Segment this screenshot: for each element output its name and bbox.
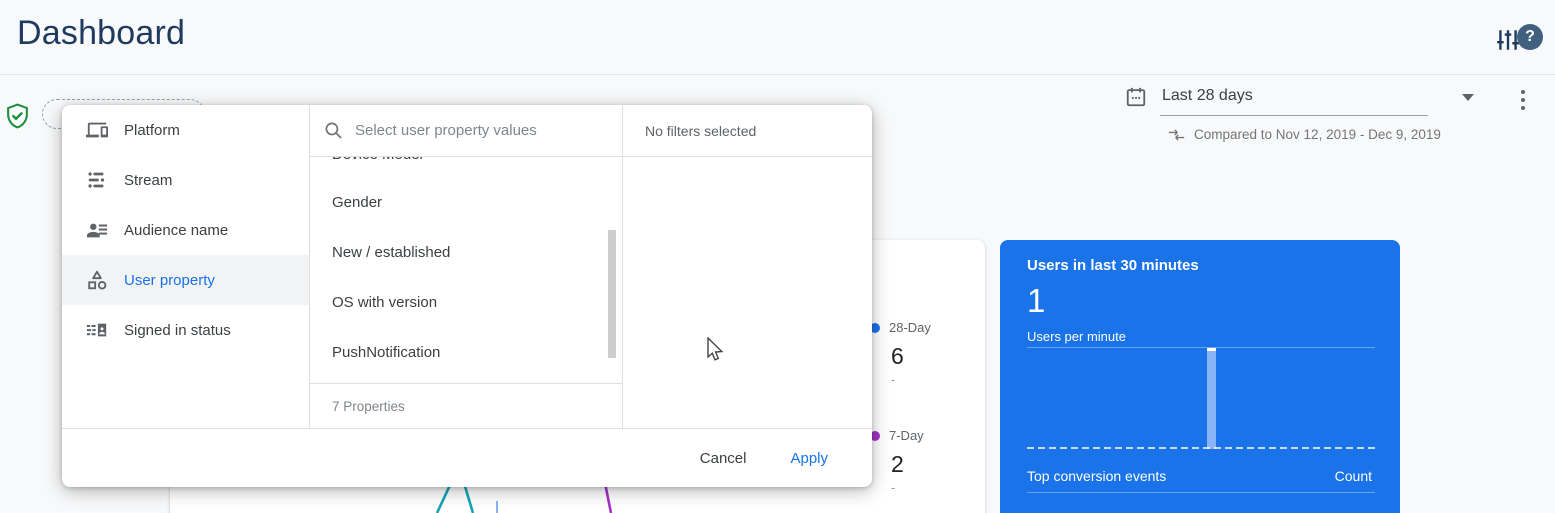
search-icon <box>325 122 342 139</box>
cancel-button[interactable]: Cancel <box>700 450 747 467</box>
page-title: Dashboard <box>17 14 186 52</box>
users-per-minute-bar <box>1206 348 1216 449</box>
scrollbar-thumb[interactable] <box>608 230 616 358</box>
property-values-panel: Device Model Gender New / established OS… <box>310 105 622 428</box>
count-header: Count <box>1334 468 1372 484</box>
category-label: Stream <box>124 171 173 189</box>
chart-baseline <box>1027 447 1375 449</box>
category-signed-in-status[interactable]: Signed in status <box>62 305 309 355</box>
realtime-card-title: Users in last 30 minutes <box>1027 257 1199 274</box>
table-header-rule <box>1027 492 1375 493</box>
comparison-label: Compared to Nov 12, 2019 - Dec 9, 2019 <box>1194 127 1441 142</box>
property-values-list: Device Model Gender New / established OS… <box>310 157 622 383</box>
category-user-property[interactable]: User property <box>62 255 309 305</box>
properties-count-label: 7 Properties <box>310 383 622 428</box>
search-input[interactable] <box>355 122 605 139</box>
chevron-down-icon[interactable] <box>1462 94 1474 101</box>
category-audience-name[interactable]: Audience name <box>62 205 309 255</box>
stream-icon <box>88 172 105 188</box>
date-range-selector[interactable]: Last 28 days <box>1162 87 1253 105</box>
filter-category-list: Platform Stream Audience name User prope… <box>62 105 310 428</box>
no-filters-label: No filters selected <box>623 105 872 157</box>
compare-arrows-icon <box>1168 128 1185 141</box>
comparison-filter-dialog: Platform Stream Audience name User prope… <box>62 105 872 487</box>
legend-label: 28-Day <box>889 320 931 335</box>
property-option[interactable]: PushNotification <box>310 327 622 377</box>
question-mark-icon: ? <box>1525 28 1535 45</box>
category-label: Platform <box>124 121 180 139</box>
property-option[interactable]: OS with version <box>310 277 622 327</box>
users-per-minute-label: Users per minute <box>1027 329 1126 344</box>
legend-label: 7-Day <box>889 428 924 443</box>
legend-value: 2 <box>891 451 904 477</box>
trend-line-fragments <box>435 483 613 513</box>
dialog-footer: Cancel Apply <box>62 428 872 487</box>
legend-delta: - <box>891 372 896 387</box>
realtime-user-count: 1 <box>1027 282 1046 319</box>
category-label: User property <box>124 271 215 289</box>
more-options-button[interactable] <box>1514 86 1532 114</box>
comparison-row: Compared to Nov 12, 2019 - Dec 9, 2019 <box>1168 127 1441 142</box>
selected-filters-panel: No filters selected <box>622 105 872 428</box>
top-conversion-events-header: Top conversion events <box>1027 468 1167 484</box>
realtime-users-card[interactable]: Users in last 30 minutes 1 Users per min… <box>1000 240 1400 513</box>
calendar-icon[interactable] <box>1125 86 1147 108</box>
search-row <box>310 105 622 157</box>
property-option-clipped[interactable]: Device Model <box>310 157 622 177</box>
date-picker-area: Last 28 days Compared to Nov 12, 2019 - … <box>1110 80 1540 150</box>
audience-icon <box>86 223 108 238</box>
users-per-minute-chart <box>1027 348 1375 449</box>
date-range-underline <box>1160 115 1428 116</box>
property-option[interactable]: Gender <box>310 177 622 227</box>
category-platform[interactable]: Platform <box>62 105 309 155</box>
app-header: Dashboard ? <box>0 0 1555 75</box>
property-option[interactable]: New / established <box>310 227 622 277</box>
apply-button[interactable]: Apply <box>790 450 828 467</box>
legend-value: 6 <box>891 343 904 369</box>
devices-icon <box>86 122 108 138</box>
category-label: Signed in status <box>124 321 231 339</box>
category-shapes-icon <box>88 270 107 290</box>
signed-in-status-icon <box>86 323 107 337</box>
privacy-shield-icon <box>5 103 30 130</box>
legend-item-28-day: 28-Day 6 - <box>870 320 982 387</box>
category-stream[interactable]: Stream <box>62 155 309 205</box>
help-button[interactable]: ? <box>1517 24 1543 50</box>
category-label: Audience name <box>124 221 229 239</box>
